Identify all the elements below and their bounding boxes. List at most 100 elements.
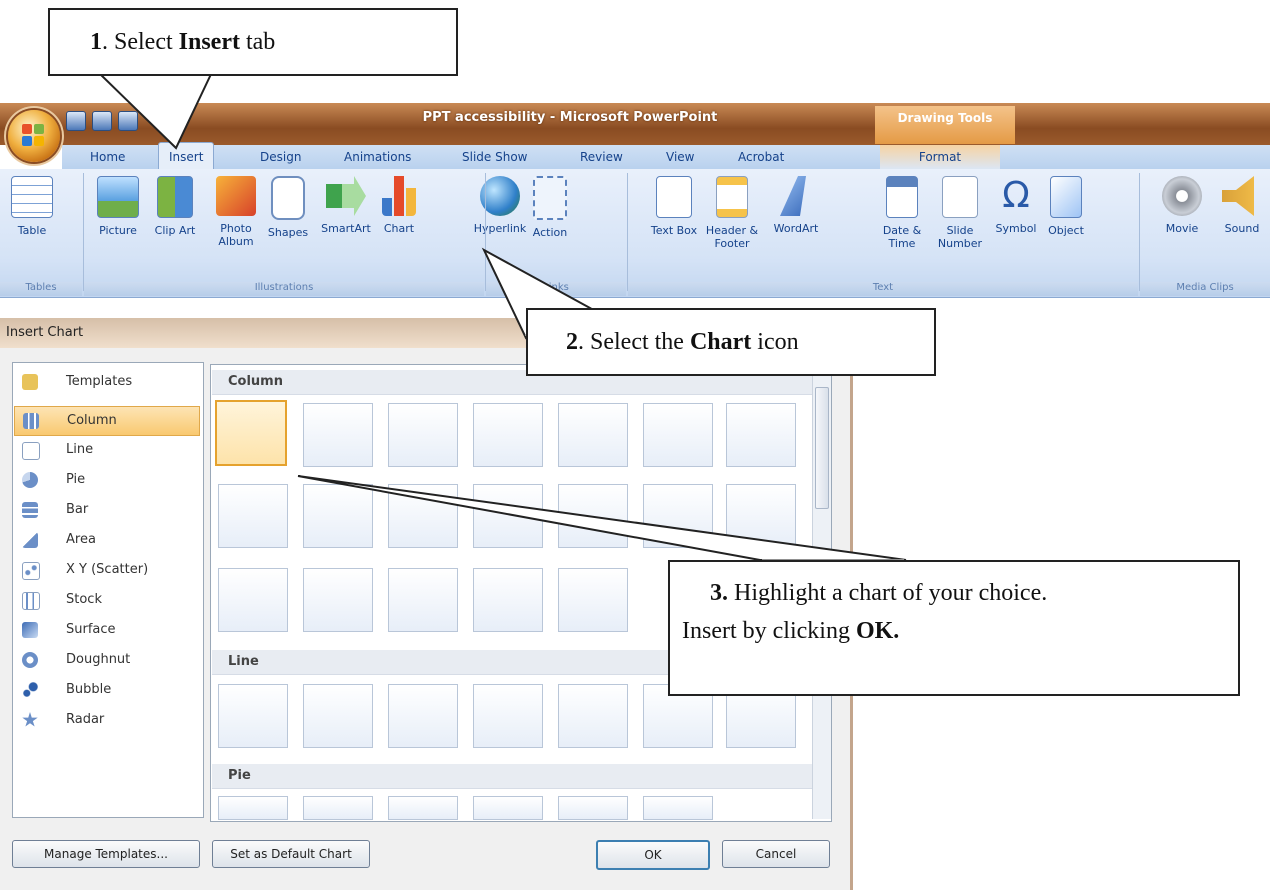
chart-thumb-3d-exploded-pie[interactable] bbox=[558, 796, 628, 820]
callout-step-3-line2: Insert by clicking OK. bbox=[670, 612, 1238, 650]
category-bar[interactable]: Bar bbox=[14, 496, 198, 524]
group-label-tables: Tables bbox=[0, 282, 82, 296]
action-label: Action bbox=[532, 226, 568, 239]
chart-thumb-3d-cylinder[interactable] bbox=[473, 484, 543, 548]
office-button[interactable] bbox=[8, 110, 60, 162]
category-label: Bar bbox=[66, 502, 89, 517]
tab-format[interactable]: Format bbox=[880, 145, 1000, 169]
wordart-icon bbox=[780, 176, 806, 216]
redo-icon[interactable] bbox=[118, 111, 138, 131]
smartart-button[interactable]: SmartArt bbox=[316, 176, 376, 235]
chart-thumb-bar-of-pie[interactable] bbox=[643, 796, 713, 820]
chart-thumb-clustered-pyramid[interactable] bbox=[303, 568, 373, 632]
save-icon[interactable] bbox=[66, 111, 86, 131]
tab-slide-show[interactable]: Slide Show bbox=[452, 145, 537, 169]
callout-step-1: 1. Select Insert tab bbox=[48, 8, 458, 76]
tab-home[interactable]: Home bbox=[80, 145, 135, 169]
chart-thumb-3d-stacked-column[interactable] bbox=[558, 403, 628, 467]
callout-step-1-text: . Select bbox=[102, 29, 179, 55]
tab-insert[interactable]: Insert bbox=[158, 142, 215, 171]
table-button[interactable]: Table bbox=[2, 176, 62, 237]
chart-thumb-3d-pyramid[interactable] bbox=[558, 568, 628, 632]
object-button[interactable]: Object bbox=[1036, 176, 1096, 237]
chart-thumb-100-stacked-column[interactable] bbox=[388, 403, 458, 467]
chart-thumb-line[interactable] bbox=[218, 684, 288, 748]
category-label: Stock bbox=[66, 592, 102, 607]
movie-button[interactable]: Movie bbox=[1152, 176, 1212, 235]
chart-thumb-3d-pie[interactable] bbox=[303, 796, 373, 820]
slide-number-label: Slide Number bbox=[937, 224, 983, 250]
chart-thumb-100-stacked-cylinder[interactable] bbox=[388, 484, 458, 548]
bubble-chart-icon bbox=[22, 682, 38, 698]
ok-button[interactable]: OK bbox=[596, 840, 710, 870]
category-label: Pie bbox=[66, 472, 86, 487]
omega-icon: Ω bbox=[1002, 175, 1030, 216]
date-time-button[interactable]: Date & Time bbox=[872, 176, 932, 250]
chart-thumb-100-stacked-line[interactable] bbox=[388, 684, 458, 748]
chart-thumb-stacked-cylinder[interactable] bbox=[303, 484, 373, 548]
movie-label: Movie bbox=[1165, 222, 1199, 235]
shapes-button[interactable]: Shapes bbox=[258, 176, 318, 239]
chart-thumb-stacked-pyramid[interactable] bbox=[388, 568, 458, 632]
chart-thumb-stacked-cone[interactable] bbox=[643, 484, 713, 548]
category-line[interactable]: Line bbox=[14, 436, 198, 464]
chart-thumb-line-markers[interactable] bbox=[473, 684, 543, 748]
slide-number-button[interactable]: Slide Number bbox=[930, 176, 990, 250]
clip-art-button[interactable]: Clip Art bbox=[152, 176, 198, 237]
chart-thumb-3d-cone[interactable] bbox=[218, 568, 288, 632]
undo-icon[interactable] bbox=[92, 111, 112, 131]
category-area[interactable]: Area bbox=[14, 526, 198, 554]
set-default-chart-button[interactable]: Set as Default Chart bbox=[212, 840, 370, 868]
tab-animations[interactable]: Animations bbox=[334, 145, 421, 169]
folder-icon bbox=[22, 374, 38, 390]
tab-view[interactable]: View bbox=[656, 145, 704, 169]
text-box-button[interactable]: Text Box bbox=[644, 176, 704, 237]
category-column[interactable]: Column bbox=[14, 406, 200, 436]
category-surface[interactable]: Surface bbox=[14, 616, 198, 644]
category-stock[interactable]: Stock bbox=[14, 586, 198, 614]
quick-access-toolbar bbox=[66, 109, 138, 133]
chart-thumb-3d-column[interactable] bbox=[726, 403, 796, 467]
chart-button[interactable]: Chart bbox=[374, 176, 424, 235]
group-separator bbox=[627, 173, 628, 291]
chart-thumb-exploded-pie[interactable] bbox=[473, 796, 543, 820]
chart-thumb-100-stacked-cone[interactable] bbox=[726, 484, 796, 548]
chart-thumb-clustered-column[interactable] bbox=[215, 400, 287, 466]
category-templates[interactable]: Templates bbox=[14, 368, 198, 396]
chart-thumb-clustered-cone[interactable] bbox=[558, 484, 628, 548]
chart-thumb-stacked-column[interactable] bbox=[303, 403, 373, 467]
smartart-icon bbox=[326, 176, 366, 216]
category-doughnut[interactable]: Doughnut bbox=[14, 646, 198, 674]
tab-design[interactable]: Design bbox=[250, 145, 311, 169]
tab-review[interactable]: Review bbox=[570, 145, 633, 169]
wordart-label: WordArt bbox=[773, 222, 819, 235]
chart-thumb-3d-clustered-column[interactable] bbox=[473, 403, 543, 467]
manage-templates-button[interactable]: Manage Templates... bbox=[12, 840, 200, 868]
line-chart-icon bbox=[22, 442, 40, 460]
chart-thumb-pie-of-pie[interactable] bbox=[388, 796, 458, 820]
cancel-button[interactable]: Cancel bbox=[722, 840, 830, 868]
category-radar[interactable]: Radar bbox=[14, 706, 198, 734]
photo-album-button[interactable]: Photo Album bbox=[206, 176, 266, 248]
category-bubble[interactable]: Bubble bbox=[14, 676, 198, 704]
picture-button[interactable]: Picture bbox=[88, 176, 148, 237]
chart-thumb-clustered-cylinder[interactable] bbox=[218, 484, 288, 548]
tab-acrobat[interactable]: Acrobat bbox=[728, 145, 794, 169]
chart-thumb-stacked-line-markers[interactable] bbox=[558, 684, 628, 748]
chart-thumb-100-stacked-pyramid[interactable] bbox=[473, 568, 543, 632]
date-time-label: Date & Time bbox=[882, 224, 922, 250]
action-button[interactable]: Action bbox=[520, 176, 580, 239]
category-label: Surface bbox=[66, 622, 116, 637]
chart-thumb-3d-100-stacked-column[interactable] bbox=[643, 403, 713, 467]
sound-button[interactable]: Sound bbox=[1212, 176, 1270, 235]
chart-thumb-pie[interactable] bbox=[218, 796, 288, 820]
chart-thumb-stacked-line[interactable] bbox=[303, 684, 373, 748]
scatter-chart-icon bbox=[22, 562, 40, 580]
category-xy-scatter[interactable]: X Y (Scatter) bbox=[14, 556, 198, 584]
scrollbar-thumb[interactable] bbox=[815, 387, 829, 509]
header-footer-button[interactable]: Header & Footer bbox=[702, 176, 762, 250]
category-pie[interactable]: Pie bbox=[14, 466, 198, 494]
category-label: Line bbox=[66, 442, 94, 457]
radar-chart-icon bbox=[22, 712, 38, 727]
wordart-button[interactable]: WordArt bbox=[766, 176, 826, 235]
